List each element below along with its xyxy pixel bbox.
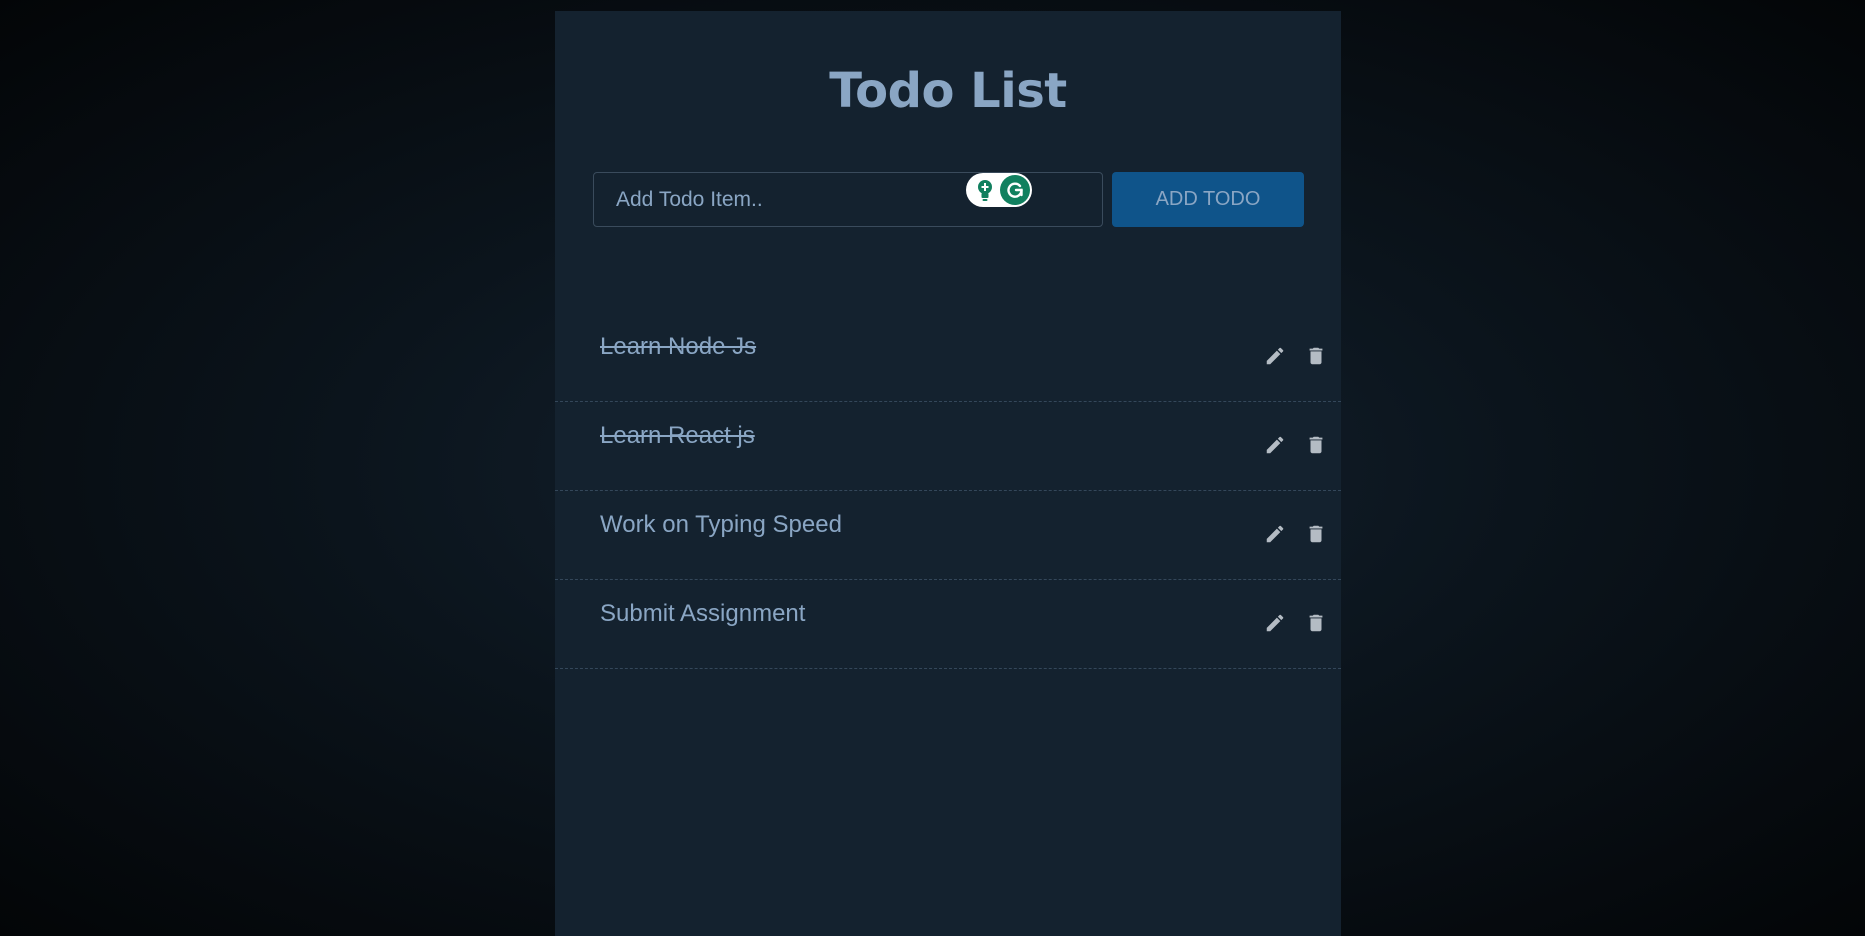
grammarly-widget[interactable] <box>966 173 1032 207</box>
pencil-icon[interactable] <box>1259 429 1291 461</box>
todo-app-panel: Todo List ADD TODO Learn Node Js Learn R… <box>555 11 1341 936</box>
trash-icon[interactable] <box>1300 340 1332 372</box>
page-title: Todo List <box>829 63 1067 119</box>
trash-icon[interactable] <box>1300 518 1332 550</box>
add-todo-button[interactable]: ADD TODO <box>1112 172 1304 227</box>
lightbulb-icon[interactable] <box>972 177 998 203</box>
todo-item-text[interactable]: Learn Node Js <box>600 333 756 361</box>
todo-item: Learn React js <box>555 402 1341 491</box>
todo-item: Work on Typing Speed <box>555 491 1341 580</box>
trash-icon[interactable] <box>1300 429 1332 461</box>
todo-item: Learn Node Js <box>555 313 1341 402</box>
todo-item: Submit Assignment <box>555 580 1341 669</box>
pencil-icon[interactable] <box>1259 340 1291 372</box>
todo-list: Learn Node Js Learn React js Work on Typ… <box>555 313 1341 669</box>
pencil-icon[interactable] <box>1259 518 1291 550</box>
grammarly-g-icon[interactable] <box>1000 175 1030 205</box>
todo-item-text[interactable]: Learn React js <box>600 422 755 450</box>
todo-item-text[interactable]: Work on Typing Speed <box>600 511 842 539</box>
pencil-icon[interactable] <box>1259 607 1291 639</box>
trash-icon[interactable] <box>1300 607 1332 639</box>
todo-item-text[interactable]: Submit Assignment <box>600 600 805 628</box>
